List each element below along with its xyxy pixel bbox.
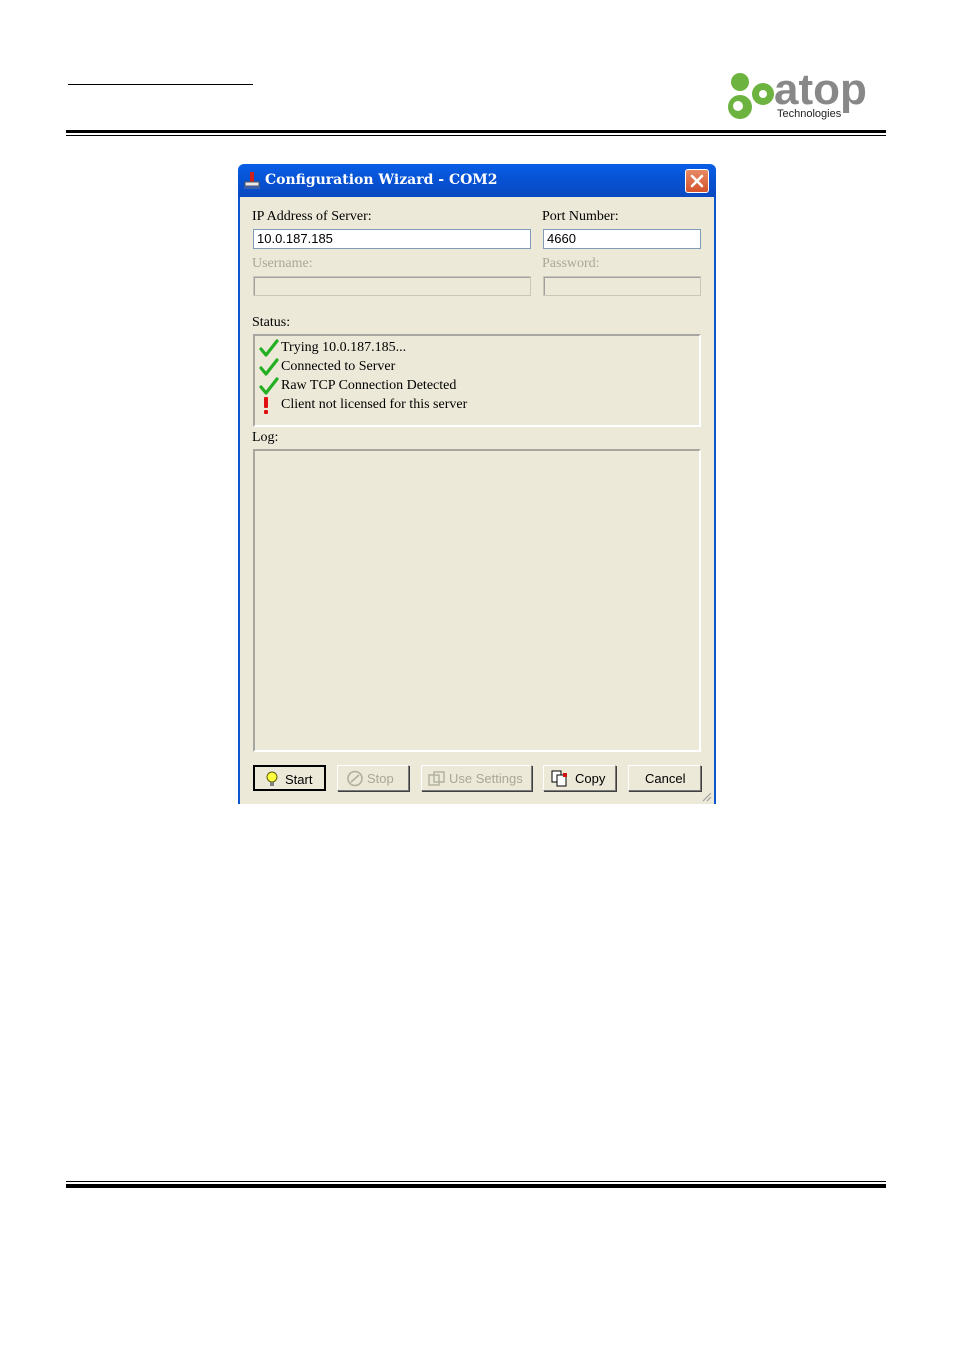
port-number-input[interactable]: 4660 bbox=[543, 229, 701, 249]
log-label: Log: bbox=[252, 430, 279, 445]
stop-button[interactable]: Stop bbox=[337, 765, 409, 791]
header-rule-thin bbox=[66, 135, 886, 136]
status-item-text: Client not licensed for this server bbox=[281, 397, 468, 412]
ip-address-input[interactable]: 10.0.187.185 bbox=[253, 229, 531, 249]
start-button[interactable]: Start bbox=[253, 765, 326, 791]
green-check-icon bbox=[259, 377, 279, 395]
logo-tagline: Technologies bbox=[777, 108, 842, 120]
red-exclamation-icon bbox=[264, 397, 268, 414]
settings-icon bbox=[428, 771, 445, 786]
copy-button[interactable]: Copy bbox=[543, 765, 616, 791]
stop-icon bbox=[347, 770, 363, 787]
status-item-text: Trying 10.0.187.185... bbox=[281, 340, 407, 355]
stop-button-label: Stop bbox=[367, 771, 394, 786]
close-button[interactable] bbox=[685, 169, 709, 193]
use-settings-button-label: Use Settings bbox=[449, 771, 523, 786]
username-label: Username: bbox=[252, 256, 313, 271]
green-check-icon bbox=[259, 358, 279, 376]
status-item-text: Connected to Server bbox=[281, 359, 396, 374]
password-input[interactable] bbox=[543, 276, 701, 296]
wizard-app-icon bbox=[244, 172, 260, 189]
start-button-label: Start bbox=[285, 772, 313, 787]
copy-button-label: Copy bbox=[575, 771, 606, 786]
atop-logo: atop Technologies bbox=[727, 65, 887, 122]
header-rule-thick bbox=[66, 130, 886, 133]
resize-grip-icon[interactable] bbox=[700, 790, 712, 802]
cancel-button[interactable]: Cancel bbox=[628, 765, 701, 791]
use-settings-button[interactable]: Use Settings bbox=[421, 765, 532, 791]
title-bar[interactable]: Configuration Wizard - COM2 bbox=[238, 164, 716, 197]
green-check-icon bbox=[259, 339, 279, 357]
footer-rule-thin bbox=[66, 1181, 886, 1182]
password-label: Password: bbox=[542, 256, 600, 271]
username-input[interactable] bbox=[253, 276, 531, 296]
atop-logo-mark-icon bbox=[728, 73, 774, 119]
log-panel[interactable] bbox=[253, 449, 701, 752]
lightbulb-icon bbox=[266, 771, 278, 786]
ip-address-label: IP Address of Server: bbox=[252, 209, 372, 224]
status-label: Status: bbox=[252, 315, 291, 330]
window-title: Configuration Wizard - COM2 bbox=[265, 172, 498, 188]
status-item-text: Raw TCP Connection Detected bbox=[281, 378, 457, 393]
port-number-label: Port Number: bbox=[542, 209, 619, 224]
status-panel: Trying 10.0.187.185... Connected to Serv… bbox=[253, 334, 701, 427]
footer-rule-thick bbox=[66, 1184, 886, 1188]
window-client-area: IP Address of Server: 10.0.187.185 Port … bbox=[238, 197, 716, 804]
cancel-button-label: Cancel bbox=[645, 771, 686, 786]
close-x-icon bbox=[690, 174, 704, 188]
header-short-rule bbox=[68, 84, 253, 85]
copy-icon bbox=[551, 770, 567, 787]
configuration-wizard-window: Configuration Wizard - COM2 IP Address o… bbox=[238, 164, 716, 804]
